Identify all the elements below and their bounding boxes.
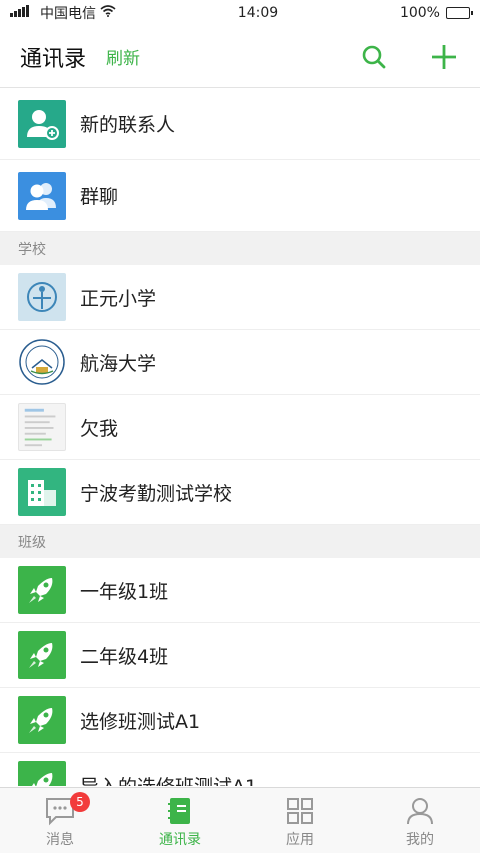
list-item-label: 新的联系人 [80,114,176,136]
status-bar: 中国电信 14:09 100% [0,0,480,26]
class-item[interactable]: 二年级4班 [0,623,480,688]
tab-label: 通讯录 [159,832,201,848]
contacts-book-icon [168,798,190,824]
list-item-label: 欠我 [80,417,119,440]
tab-me[interactable]: 我的 [360,788,480,853]
section-header-class: 班级 [0,525,480,558]
unread-badge: 5 [70,792,90,812]
class-item[interactable]: 选修班测试A1 [0,688,480,753]
wifi-icon [100,5,116,21]
app-header: 通讯录 刷新 [0,26,480,88]
class-item[interactable]: 导入的选修班测试A1 [0,753,480,786]
list-item-label: 正元小学 [80,287,157,310]
bottom-tab-bar: 5 消息 通讯录 应用 我的 [0,787,480,853]
new-contacts-item[interactable]: 新的联系人 [0,88,480,160]
list-item-label: 一年级1班 [80,580,169,603]
signal-icon [10,5,36,21]
battery-icon [445,7,473,19]
school-item[interactable]: 宁波考勤测试学校 [0,460,480,525]
add-contact-icon [18,99,66,148]
page-title: 通讯录 [20,46,87,72]
add-button[interactable] [428,41,460,73]
list-item-label: 导入的选修班测试A1 [80,772,257,787]
carrier-name: 中国电信 [40,6,96,22]
university-seal-icon [18,338,66,386]
rocket-icon [18,631,66,679]
list-item-label: 二年级4班 [80,645,169,668]
section-header-school: 学校 [0,232,480,265]
status-time: 14:09 [237,5,279,21]
status-right: 100% [399,5,473,21]
rocket-icon [18,566,66,614]
list-item-label: 选修班测试A1 [80,710,201,733]
school-item[interactable]: 欠我 [0,395,480,460]
tab-apps[interactable]: 应用 [240,788,360,853]
search-icon [362,45,386,68]
school-item[interactable]: 正元小学 [0,265,480,330]
tab-contacts[interactable]: 通讯录 [120,788,240,853]
tab-label: 消息 [46,832,74,848]
contacts-list: 新的联系人 群聊 学校 正元小学 航海大学 欠我 宁波考勤测试学校 班级 一年级… [0,88,480,786]
search-button[interactable] [358,41,390,73]
school-item[interactable]: 航海大学 [0,330,480,395]
class-item[interactable]: 一年级1班 [0,558,480,623]
rocket-icon [18,761,66,786]
refresh-button[interactable]: 刷新 [106,44,140,69]
tab-messages[interactable]: 5 消息 [0,788,120,853]
group-chat-icon [18,171,66,220]
list-item-label: 群聊 [80,186,119,208]
tab-label: 我的 [406,832,434,848]
grid-icon [287,798,313,824]
status-left: 中国电信 [10,3,116,23]
plus-icon [432,44,456,69]
person-icon [407,798,433,825]
list-item-label: 航海大学 [80,352,157,375]
battery-percent: 100% [399,5,440,21]
group-chat-item[interactable]: 群聊 [0,160,480,232]
list-item-label: 宁波考勤测试学校 [80,482,233,505]
screenshot-thumbnail-icon [18,403,66,451]
rocket-icon [18,696,66,744]
school-logo-icon [18,273,66,321]
building-icon [18,468,66,516]
tab-label: 应用 [286,832,314,848]
